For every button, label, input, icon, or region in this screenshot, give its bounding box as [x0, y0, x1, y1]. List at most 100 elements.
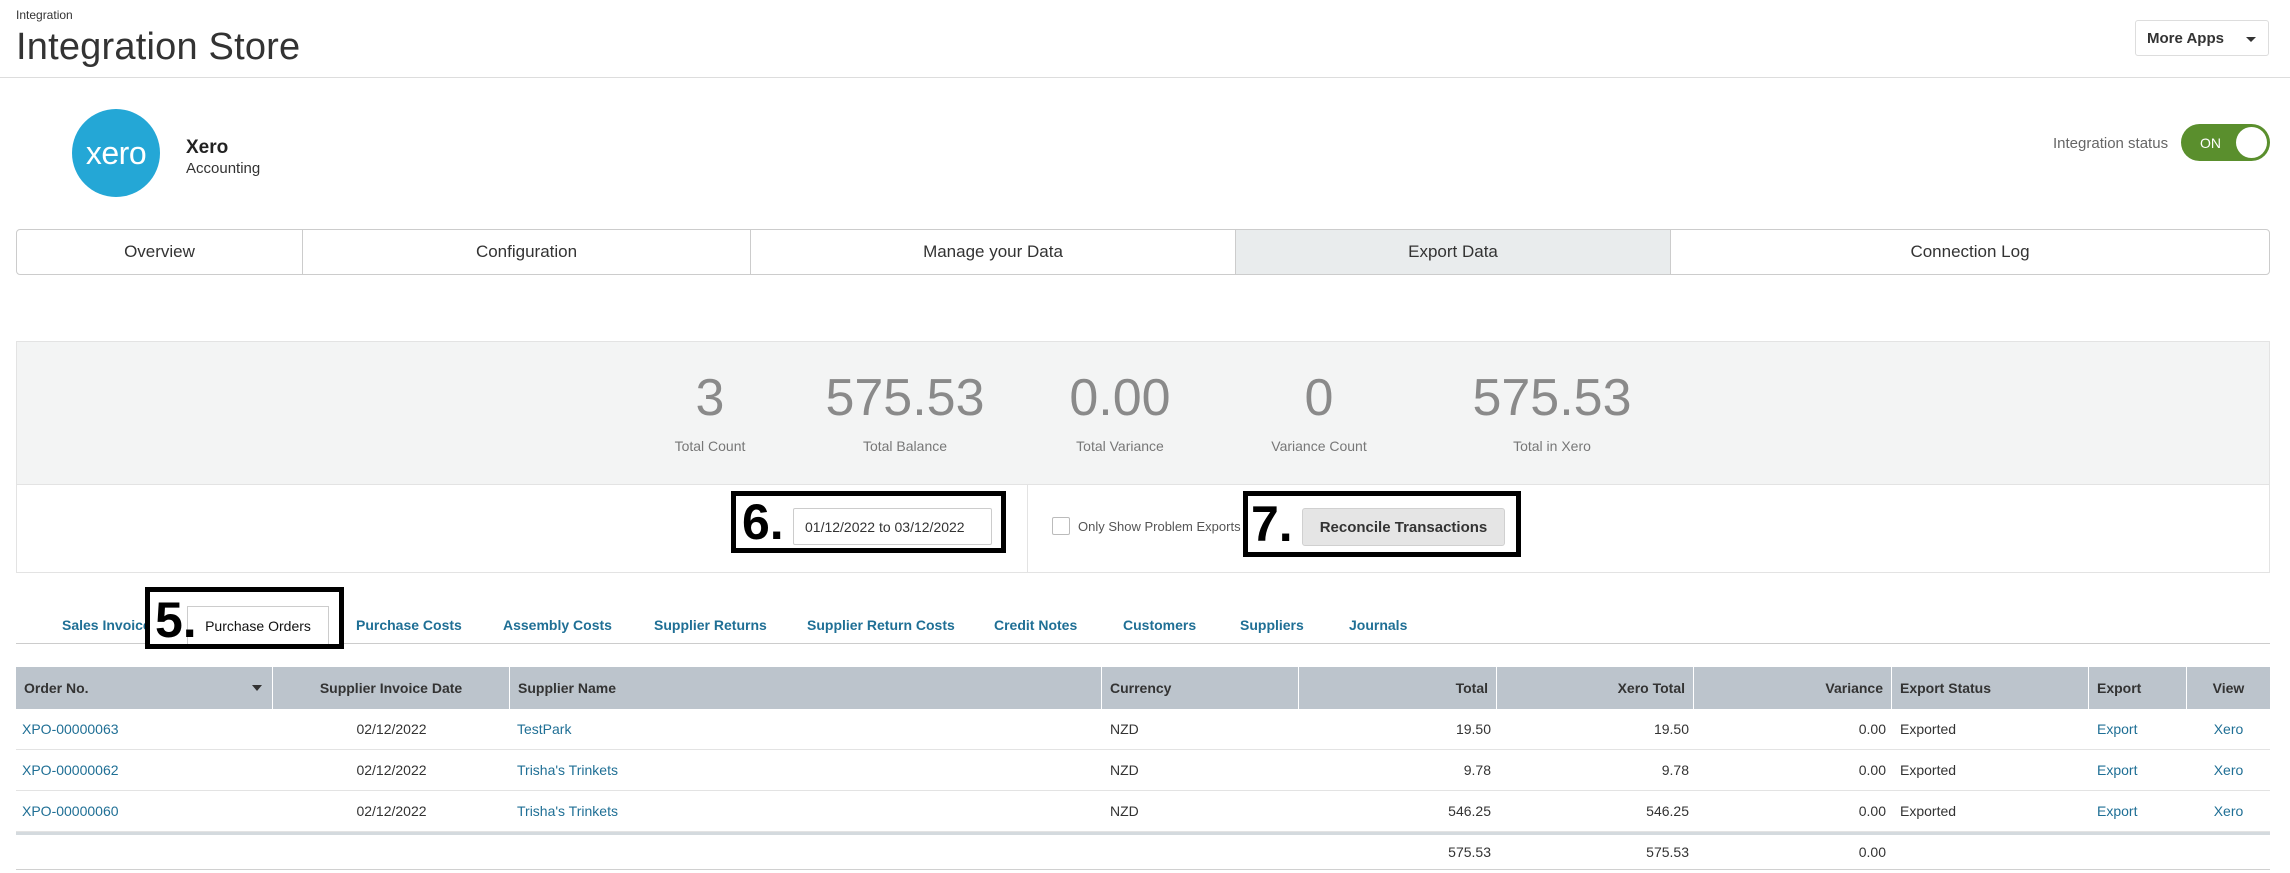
annotation-label-5: 5.	[155, 592, 197, 648]
main-tabs: Overview Configuration Manage your Data …	[16, 229, 2270, 275]
column-header-export-status[interactable]: Export Status	[1892, 667, 2089, 709]
total-cell: 546.25	[1448, 803, 1491, 819]
supplier-name-link[interactable]: TestPark	[517, 709, 571, 749]
stat-label: Total Count	[674, 438, 746, 454]
subtab-supplier-returns[interactable]: Supplier Returns	[654, 617, 767, 633]
export-status-cell: Exported	[1900, 762, 1957, 778]
annotation-label-7: 7.	[1251, 496, 1293, 552]
column-header-export[interactable]: Export	[2089, 667, 2187, 709]
toggle-on-label: ON	[2200, 135, 2221, 151]
annotation-label-6: 6.	[742, 494, 784, 550]
problem-exports-label: Only Show Problem Exports	[1078, 519, 1241, 534]
supplier-invoice-date: 02/12/2022	[356, 721, 427, 737]
more-apps-button[interactable]: More Apps	[2135, 20, 2269, 56]
xero-total-cell: 19.50	[1653, 721, 1689, 737]
tab-manage-your-data[interactable]: Manage your Data	[751, 230, 1236, 274]
subtab-supplier-return-costs[interactable]: Supplier Return Costs	[807, 617, 955, 633]
xero-total-cell: 9.78	[1661, 762, 1689, 778]
column-header-date[interactable]: Supplier Invoice Date	[273, 667, 510, 709]
xero-total-cell: 546.25	[1646, 803, 1689, 819]
stat-variance-count: 0 Variance Count	[1239, 372, 1399, 454]
page-title: Integration Store	[16, 26, 301, 68]
column-header-order-no[interactable]: Order No.	[16, 667, 273, 709]
subtab-suppliers[interactable]: Suppliers	[1240, 617, 1304, 633]
sort-down-icon[interactable]	[252, 685, 262, 691]
integration-status-toggle[interactable]: ON	[2181, 124, 2270, 161]
stat-value: 575.53	[825, 369, 985, 427]
view-in-xero-link[interactable]: Xero	[2187, 750, 2270, 790]
currency-cell: NZD	[1110, 721, 1139, 737]
supplier-name-link[interactable]: Trisha's Trinkets	[517, 750, 618, 790]
subtab-credit-notes[interactable]: Credit Notes	[994, 617, 1077, 633]
xero-logo: xero	[72, 109, 160, 197]
variance-cell: 0.00	[1858, 762, 1886, 778]
order-number-link[interactable]: XPO-00000063	[22, 709, 119, 749]
table-row: XPO-00000063 02/12/2022 TestPark NZD 19.…	[16, 709, 2270, 750]
stat-label: Total Balance	[862, 438, 948, 454]
toggle-knob	[2236, 127, 2267, 158]
variance-cell: 0.00	[1858, 721, 1886, 737]
column-header-total[interactable]: Total	[1299, 667, 1497, 709]
export-link[interactable]: Export	[2097, 709, 2137, 749]
column-header-variance[interactable]: Variance	[1694, 667, 1892, 709]
stat-label: Total Variance	[1076, 438, 1164, 454]
variance-cell: 0.00	[1858, 803, 1886, 819]
tab-overview[interactable]: Overview	[17, 230, 303, 274]
supplier-name-link[interactable]: Trisha's Trinkets	[517, 791, 618, 831]
total-cell: 19.50	[1455, 721, 1491, 737]
column-header-view[interactable]: View	[2187, 667, 2270, 709]
order-number-link[interactable]: XPO-00000062	[22, 750, 119, 790]
subtab-sales-invoice[interactable]: Sales Invoice	[62, 617, 151, 633]
table-row: XPO-00000060 02/12/2022 Trisha's Trinket…	[16, 791, 2270, 832]
total-cell: 9.78	[1463, 762, 1491, 778]
stat-value: 0.00	[1069, 369, 1171, 427]
tab-configuration[interactable]: Configuration	[303, 230, 751, 274]
caret-down-icon	[2246, 37, 2256, 42]
order-number-link[interactable]: XPO-00000060	[22, 791, 119, 831]
export-status-cell: Exported	[1900, 803, 1957, 819]
view-in-xero-link[interactable]: Xero	[2187, 709, 2270, 749]
app-name: Xero	[186, 137, 229, 158]
table-header: Order No. Supplier Invoice Date Supplier…	[16, 667, 2270, 709]
column-label: Order No.	[24, 680, 89, 696]
date-range-input[interactable]: 01/12/2022 to 03/12/2022	[793, 508, 992, 545]
export-link[interactable]: Export	[2097, 791, 2137, 831]
table-row: XPO-00000062 02/12/2022 Trisha's Trinket…	[16, 750, 2270, 791]
subtab-purchase-costs[interactable]: Purchase Costs	[356, 617, 462, 633]
grand-xero-total-cell: 575.53	[1646, 844, 1689, 860]
stat-total-count: 3 Total Count	[630, 372, 790, 454]
supplier-invoice-date: 02/12/2022	[356, 762, 427, 778]
filters-divider	[1027, 485, 1028, 572]
subtab-purchase-orders[interactable]: Purchase Orders	[187, 606, 329, 644]
subtab-assembly-costs[interactable]: Assembly Costs	[503, 617, 612, 633]
stat-value: 3	[695, 369, 725, 427]
export-link[interactable]: Export	[2097, 750, 2137, 790]
stat-total-balance: 575.53 Total Balance	[810, 372, 1000, 454]
grand-total-cell: 575.53	[1448, 844, 1491, 860]
subtab-customers[interactable]: Customers	[1123, 617, 1196, 633]
summary-panel: 3 Total Count 575.53 Total Balance 0.00 …	[16, 341, 2270, 485]
purchase-orders-table: Order No. Supplier Invoice Date Supplier…	[16, 667, 2270, 870]
app-category: Accounting	[186, 160, 261, 177]
stat-total-in-xero: 575.53 Total in Xero	[1457, 372, 1647, 454]
column-header-supplier[interactable]: Supplier Name	[510, 667, 1102, 709]
tab-connection-log[interactable]: Connection Log	[1671, 230, 2269, 274]
xero-logo-text: xero	[85, 134, 147, 171]
stat-label: Total in Xero	[1513, 438, 1591, 454]
subtab-journals[interactable]: Journals	[1349, 617, 1407, 633]
export-status-cell: Exported	[1900, 721, 1957, 737]
stat-value: 575.53	[1472, 369, 1632, 427]
currency-cell: NZD	[1110, 762, 1139, 778]
column-header-xero-total[interactable]: Xero Total	[1497, 667, 1694, 709]
column-header-currency[interactable]: Currency	[1102, 667, 1299, 709]
tab-export-data[interactable]: Export Data	[1236, 230, 1671, 274]
view-in-xero-link[interactable]: Xero	[2187, 791, 2270, 831]
stat-label: Variance Count	[1271, 438, 1367, 454]
more-apps-label: More Apps	[2147, 29, 2224, 47]
stat-total-variance: 0.00 Total Variance	[1035, 372, 1205, 454]
reconcile-transactions-button[interactable]: Reconcile Transactions	[1302, 508, 1505, 546]
integration-status-label: Integration status	[2053, 135, 2169, 152]
stat-value: 0	[1304, 369, 1334, 427]
export-type-tabs: Sales Invoice Purchase Costs Assembly Co…	[16, 602, 2270, 644]
problem-exports-checkbox[interactable]	[1052, 517, 1070, 535]
